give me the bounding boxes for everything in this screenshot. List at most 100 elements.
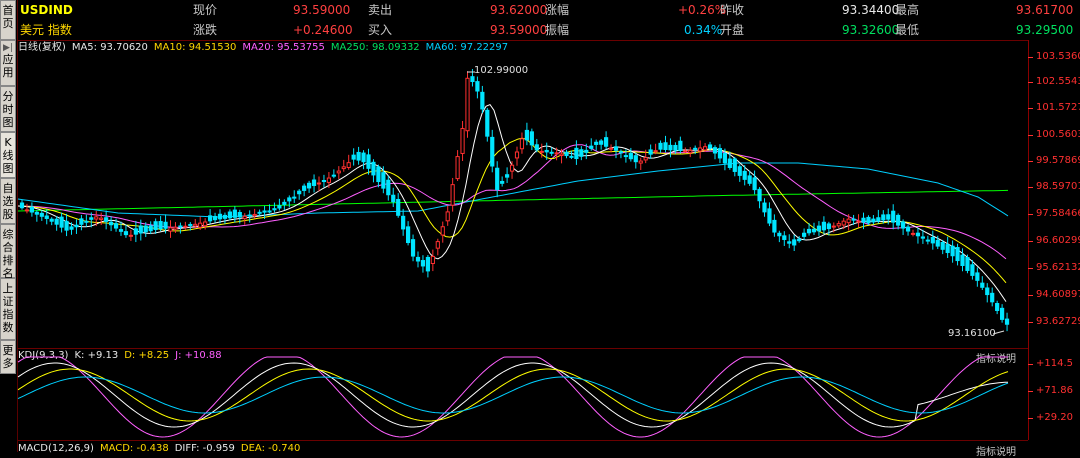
candle-body [683, 150, 688, 153]
candle-body [712, 147, 718, 154]
candle-body [1004, 318, 1010, 325]
tab-more[interactable]: 更多 [0, 340, 16, 374]
value-low: 93.29500 [1016, 23, 1074, 37]
candle-body [742, 170, 747, 180]
candle-body [272, 208, 277, 211]
macd-explain-link[interactable]: 指标说明 [976, 443, 1016, 458]
price-tick: 95.62132 [1028, 262, 1080, 273]
candle-body [425, 256, 430, 272]
value-open: 93.32600 [842, 23, 900, 37]
macd-legend: MACD(12,26,9) MACD: -0.438 DIFF: -0.959 DEA… [18, 443, 306, 455]
candle-body [133, 228, 138, 235]
candle-body [584, 149, 589, 153]
candle-body [599, 140, 604, 145]
tab-watchlist[interactable]: 自选股 [0, 178, 16, 224]
candle-body [376, 166, 381, 183]
candle-body [430, 255, 435, 265]
candle-body [727, 158, 732, 168]
kdj-tick: +29.20 [1027, 412, 1073, 423]
candle-body [326, 177, 331, 183]
label-low: 最低 [895, 23, 920, 37]
candle-body [519, 138, 525, 150]
candle-body [143, 225, 148, 233]
tab-ranking[interactable]: 综合排名 [0, 224, 16, 280]
candle-body [693, 147, 698, 150]
candle-body [203, 221, 208, 227]
candle-body [569, 155, 574, 158]
candle-body [490, 136, 495, 167]
tab-home[interactable]: 首页 [0, 0, 16, 40]
candle-body [188, 223, 193, 226]
candle-body [237, 211, 242, 218]
candle-body [232, 209, 237, 218]
candle-body [217, 213, 223, 220]
symbol-code: USDIND [20, 3, 73, 17]
candle-body [663, 142, 668, 151]
candle-body [29, 206, 35, 213]
candle-body [465, 77, 470, 132]
candle-body [747, 175, 752, 184]
candle-body [24, 209, 30, 212]
kline-chart[interactable]: 日线(复权) MA5: 93.70620 MA10: 94.51530 MA20: 9… [17, 40, 1028, 349]
candle-body [104, 217, 109, 222]
tab-label: 更多 [2, 344, 14, 370]
label-open: 开盘 [720, 23, 745, 37]
ma10-line [17, 137, 1007, 284]
candle-body [168, 227, 173, 232]
kdj-tick: +71.86 [1027, 385, 1073, 396]
candle-body [995, 303, 1000, 311]
candle-body [539, 150, 544, 153]
price-tick: 103.5360 [1028, 51, 1080, 62]
candle-body [183, 225, 188, 228]
candle-body [69, 226, 74, 230]
macd-name: MACD(12,26,9) [18, 443, 94, 454]
candle-body [396, 198, 401, 216]
candle-body [94, 216, 99, 220]
price-tick: 100.5603 [1028, 129, 1080, 140]
candle-body [74, 224, 79, 228]
candle-body [123, 231, 129, 236]
candle-body [861, 217, 866, 223]
candle-body [816, 225, 822, 232]
candle-body [579, 149, 584, 157]
candle-body [698, 147, 703, 152]
candle-body [802, 232, 807, 237]
candle-body [638, 160, 643, 164]
candle-body [767, 208, 772, 224]
macd-panel[interactable]: MACD(12,26,9) MACD: -0.438 DIFF: -0.959 DEA… [18, 440, 1028, 458]
candle-body [148, 225, 153, 232]
price-tick: 98.59701 [1028, 181, 1080, 192]
candle-body [44, 215, 49, 219]
value-prev-close: 93.34400 [842, 3, 900, 17]
candle-body [227, 211, 233, 219]
price-tick: 101.5727 [1028, 102, 1080, 113]
candle-body [470, 76, 475, 83]
candle-body [985, 287, 990, 296]
tab-sse-index[interactable]: 上证指数 [0, 278, 16, 340]
kdj-panel[interactable]: KDJ(9,3,3) K: +9.13 D: +8.25 J: +10.88 指标说明 [17, 348, 1028, 441]
high-marker-label: 102.99000 [474, 65, 529, 76]
candle-body [613, 146, 619, 151]
tab-kline[interactable]: K线图 [0, 132, 16, 178]
candle-body [970, 264, 975, 276]
candle-body [821, 221, 826, 231]
macd-dif-value: DIFF: -0.959 [174, 443, 235, 454]
candle-body [836, 223, 841, 227]
kdj-j-line [17, 356, 1008, 438]
candle-body [589, 145, 594, 149]
candle-body [311, 179, 317, 186]
candle-body [757, 188, 762, 202]
candle-body [336, 170, 341, 174]
candle-body [39, 212, 44, 217]
kdj-aux-line [17, 376, 1009, 414]
sidebar: 首页 ▶| 应用 分时图 K线图 自选股 综合排名 上证指数 更多 [0, 0, 18, 452]
tab-apps[interactable]: ▶| 应用 [0, 40, 16, 86]
candle-body [109, 221, 114, 226]
candle-body [480, 91, 485, 110]
label-prev-close: 昨收 [720, 3, 745, 17]
candle-body [401, 215, 406, 230]
tab-intraday[interactable]: 分时图 [0, 86, 16, 132]
candle-body [262, 210, 267, 213]
candle-body [559, 153, 564, 157]
candle-body [316, 182, 322, 185]
